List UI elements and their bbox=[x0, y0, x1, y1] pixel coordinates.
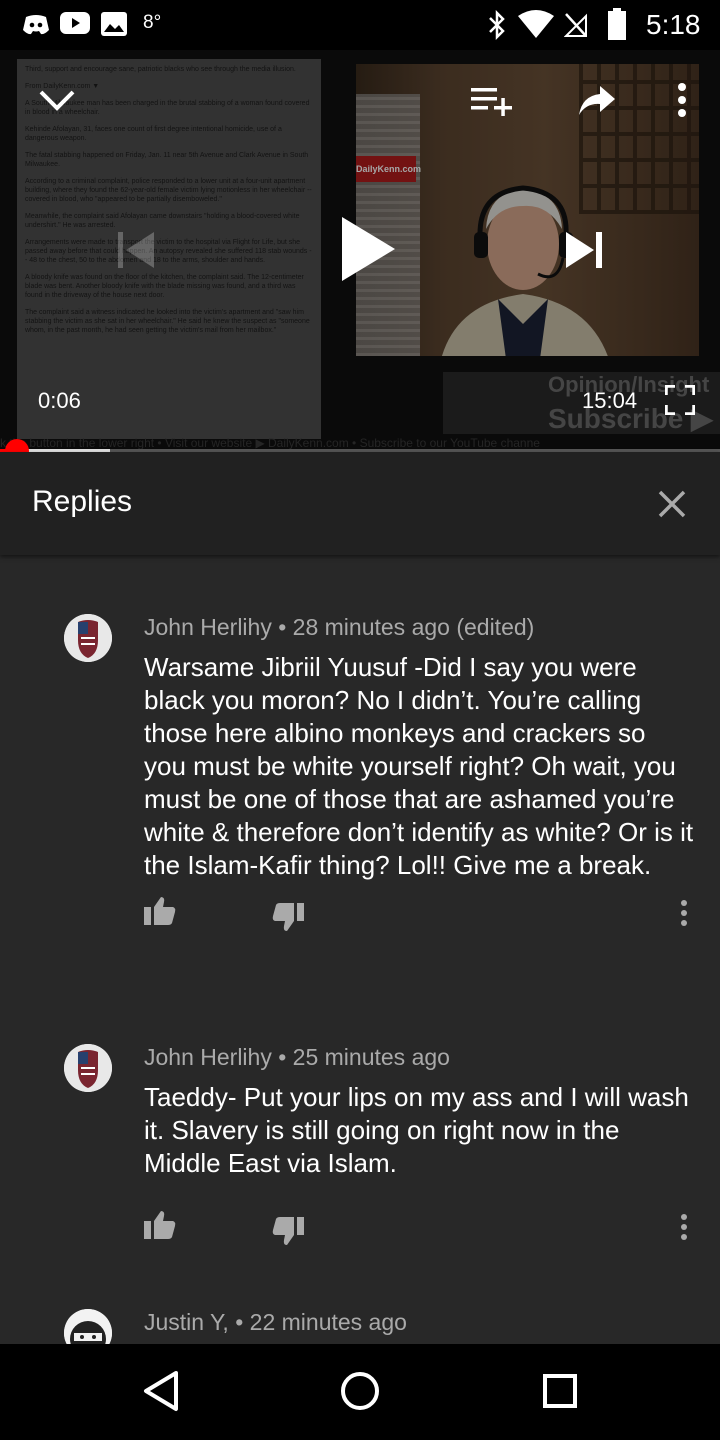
comment-meta: John Herlihy • 28 minutes ago (edited) bbox=[144, 614, 535, 640]
thumbs-up-icon[interactable] bbox=[144, 896, 176, 926]
ninja-avatar-icon bbox=[64, 1309, 112, 1344]
home-icon[interactable] bbox=[340, 1370, 380, 1412]
avatar[interactable] bbox=[64, 1044, 112, 1092]
next-icon[interactable] bbox=[566, 230, 604, 270]
bluetooth-icon bbox=[489, 10, 505, 40]
wifi-icon bbox=[518, 10, 554, 38]
more-options-icon[interactable] bbox=[676, 82, 688, 118]
punisher-flag-avatar-icon bbox=[64, 1044, 112, 1092]
thumbs-down-icon[interactable] bbox=[272, 1216, 304, 1246]
punisher-flag-avatar-icon bbox=[64, 614, 112, 662]
thumbs-up-icon[interactable] bbox=[144, 1210, 176, 1240]
add-to-playlist-icon[interactable] bbox=[471, 86, 513, 116]
gallery-icon bbox=[101, 12, 127, 36]
comment-more-icon[interactable] bbox=[680, 900, 688, 926]
comment-text: Taeddy- Put your lips on my ass and I wi… bbox=[144, 1082, 689, 1178]
avatar[interactable] bbox=[64, 614, 112, 662]
temperature-text: 8° bbox=[143, 12, 162, 33]
battery-icon bbox=[608, 8, 626, 40]
fullscreen-icon[interactable] bbox=[665, 385, 695, 415]
recents-icon[interactable] bbox=[542, 1370, 578, 1412]
replies-panel: Replies John Herlihy • 28 minutes ago (e… bbox=[0, 452, 720, 1344]
replies-title: Replies bbox=[32, 485, 133, 518]
comment-meta: Justin Y, • 22 minutes ago bbox=[144, 1309, 407, 1335]
discord-icon bbox=[23, 15, 49, 35]
comment-more-icon[interactable] bbox=[680, 1214, 688, 1240]
thumbs-down-icon[interactable] bbox=[272, 902, 304, 932]
play-icon[interactable] bbox=[340, 216, 396, 282]
previous-icon[interactable] bbox=[118, 230, 154, 270]
navigation-bar bbox=[0, 1344, 720, 1440]
back-icon[interactable] bbox=[143, 1370, 179, 1412]
replies-header: Replies bbox=[0, 452, 720, 555]
avatar[interactable] bbox=[64, 1309, 112, 1344]
minimize-chevron-icon[interactable] bbox=[38, 88, 76, 112]
duration-time: 15:04 bbox=[582, 388, 638, 413]
video-player[interactable]: Third, support and encourage sane, patri… bbox=[0, 50, 720, 450]
no-sim-icon bbox=[564, 13, 587, 37]
youtube-icon bbox=[60, 12, 90, 34]
close-icon[interactable] bbox=[652, 484, 692, 524]
comment-meta: John Herlihy • 25 minutes ago bbox=[144, 1044, 450, 1070]
status-bar: 8° 5:18 bbox=[0, 0, 720, 50]
clock-text: 5:18 bbox=[646, 9, 701, 40]
current-time: 0:06 bbox=[38, 388, 81, 413]
comment-item: Justin Y, • 22 minutes ago bbox=[0, 1297, 720, 1344]
share-icon[interactable] bbox=[578, 84, 616, 116]
comment-text: Warsame Jibriil Yuusuf -Did I say you we… bbox=[144, 652, 694, 880]
